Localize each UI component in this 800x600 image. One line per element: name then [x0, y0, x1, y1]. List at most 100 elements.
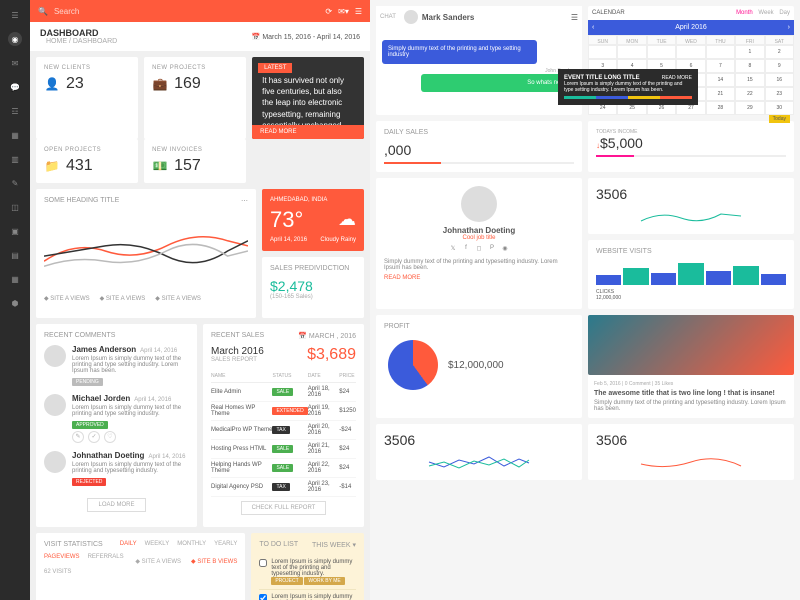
line-chart-card: SOME HEADING TITLE⋯ SITE A VIEWSSITE A V… [36, 189, 256, 318]
social-links: 𝕏f◻P◉ [384, 245, 574, 255]
avatar [44, 394, 66, 416]
load-more-button[interactable]: LOAD MORE [87, 498, 145, 512]
more-icon[interactable]: ☰ [355, 7, 362, 16]
todo-filter[interactable]: This week ▾ [312, 541, 356, 549]
latest-badge: LATEST [258, 63, 292, 73]
profit-card: PROFIT $12,000,000 [376, 315, 582, 418]
sales-range[interactable]: 📅 March , 2016 [298, 332, 356, 340]
profile-read-more[interactable]: READ MORE [384, 275, 574, 281]
read-more-link[interactable]: READ MORE [252, 125, 364, 139]
dashboard-icon[interactable]: ◉ [8, 32, 22, 46]
sales-prediction-card: SALES PREDIVIDCTION $2,478 (150-165 Sale… [262, 257, 364, 318]
chat-icon[interactable]: 💬 [8, 80, 22, 94]
cloud-icon: ☁ [338, 209, 356, 230]
date-range[interactable]: 📅 March 15, 2016 - April 14, 2016 [252, 33, 360, 41]
dribbble-icon[interactable]: ◉ [500, 245, 510, 255]
tab-yearly[interactable]: Yearly [214, 541, 237, 548]
layers-icon[interactable]: ▥ [8, 152, 22, 166]
table-row: MedicalPro WP ThemeTAXApril 20, 2016-$24 [211, 420, 356, 439]
event-popup: EVENT TITLE LONG TITLEREAD MORE Lorem Ip… [558, 69, 698, 105]
table-row: Hosting Press HTMLSALEApril 21, 2016$24 [211, 439, 356, 458]
todo-card: TO DO LISTThis week ▾ Lorem Ipsum is sim… [251, 533, 364, 600]
check-icon[interactable]: ✓ [88, 431, 100, 443]
chat-card: CHAT Mark Sanders ☰ Simply dummy text of… [376, 6, 582, 115]
todo-checkbox[interactable] [259, 559, 267, 567]
calendar-card: CALENDAR Month Week Day ‹ April 2016 › S… [588, 6, 794, 115]
tab-monthly[interactable]: Monthly [177, 541, 206, 548]
edit-icon[interactable]: ✎ [8, 176, 22, 190]
money-icon: 💵 [152, 158, 168, 174]
stat-3506-b: 3506 [376, 424, 582, 480]
prediction-bars [319, 282, 333, 310]
avatar [44, 451, 66, 473]
cal-next[interactable]: › [788, 24, 790, 31]
post-image [588, 315, 794, 375]
map-icon[interactable]: ⬢ [8, 296, 22, 310]
mail-icon[interactable]: ✉ [8, 56, 22, 70]
user-icon: 👤 [44, 76, 60, 92]
page-title: DASHBOARD [40, 28, 117, 38]
folder-icon[interactable]: ▣ [8, 224, 22, 238]
heart-icon[interactable]: ♡ [104, 431, 116, 443]
list-icon[interactable]: ☲ [8, 104, 22, 118]
stat-open-projects: OPEN PROJECTS 📁431 [36, 139, 138, 183]
refresh-icon[interactable]: ⟳ [325, 7, 332, 16]
inbox-icon[interactable]: ✉▾ [338, 7, 349, 16]
menu-icon[interactable]: ☰ [8, 8, 22, 22]
sales-table: NAMESTATUSDATEPRICE Elite AdminSALEApril… [211, 370, 356, 497]
tab-referrals[interactable]: REFERRALS [88, 554, 124, 565]
table-row: Elite AdminSALEApril 18, 2016$24 [211, 382, 356, 401]
briefcase-icon: 💼 [152, 76, 168, 92]
calendar-icon[interactable]: ▦ [8, 272, 22, 286]
recent-sales-card: RECENT SALES📅 March , 2016 March 2016SAL… [203, 324, 364, 527]
avatar [461, 186, 497, 222]
chart-menu-icon[interactable]: ⋯ [241, 197, 248, 205]
chart-legend: SITE A VIEWSSITE A VIEWSSITE A VIEWS [44, 295, 248, 302]
chat-bubble: Simply dummy text of the printing and ty… [382, 40, 537, 64]
weather-card: AHMEDABAD, INDIA 73° ☁ April 14, 2016Clo… [262, 189, 364, 251]
check-report-button[interactable]: CHECK FULL REPORT [241, 501, 327, 515]
chart-icon[interactable]: ◫ [8, 200, 22, 214]
table-row: Helping Hands WP ThemeSALEApril 22, 2016… [211, 458, 356, 477]
stat-new-invoices: NEW INVOICES 💵157 [144, 139, 246, 183]
stat-new-clients: NEW CLIENTS 👤23 [36, 57, 138, 139]
daily-sales-card: DAILY SALES ,000 [376, 121, 582, 172]
table-row: Digital Agency PSDTAXApril 23, 2016-$14 [211, 477, 356, 496]
todo-item: Lorem Ipsum is simply dummy text of the … [259, 590, 356, 600]
pie-chart [388, 340, 438, 390]
grid-icon[interactable]: ▦ [8, 128, 22, 142]
line-chart [44, 211, 248, 291]
stat-3506-a: 3506 [588, 178, 794, 234]
todo-item: Lorem Ipsum is simply dummy text of the … [259, 555, 356, 590]
pinterest-icon[interactable]: P [487, 245, 497, 255]
view-week[interactable]: Week [758, 10, 773, 16]
tab-daily[interactable]: Daily [120, 541, 137, 548]
comment-item: Michael JordenApril 14, 2016Lorem Ipsum … [44, 394, 189, 443]
topbar: 🔍 ⟳ ✉▾ ☰ [30, 0, 370, 22]
today-badge[interactable]: Today [769, 115, 790, 123]
stat-new-projects: NEW PROJECTS 💼169 [144, 57, 246, 139]
post-card: Feb 5, 2016 | 0 Comment | 35 Likes The a… [588, 315, 794, 418]
nav-rail: ☰ ◉ ✉ 💬 ☲ ▦ ▥ ✎ ◫ ▣ ▤ ▦ ⬢ [0, 0, 30, 600]
twitter-icon[interactable]: 𝕏 [448, 245, 458, 255]
stat-3506-c: 3506 [588, 424, 794, 480]
table-icon[interactable]: ▤ [8, 248, 22, 262]
tab-pageviews[interactable]: PAGEVIEWS [44, 554, 80, 565]
chat-menu-icon[interactable]: ☰ [571, 13, 578, 22]
facebook-icon[interactable]: f [461, 245, 471, 255]
profile-card: Johnathan Doeting Cool job title 𝕏f◻P◉ S… [376, 178, 582, 309]
cal-prev[interactable]: ‹ [592, 24, 594, 31]
breadcrumb-path: HOME / DASHBOARD [46, 38, 117, 45]
instagram-icon[interactable]: ◻ [474, 245, 484, 255]
recent-comments-card: RECENT COMMENTS James AndersonApril 14, … [36, 324, 197, 527]
search-input[interactable] [54, 7, 319, 16]
avatar [44, 345, 66, 367]
view-month[interactable]: Month [736, 10, 753, 16]
view-day[interactable]: Day [779, 10, 790, 16]
folder-open-icon: 📁 [44, 158, 60, 174]
tab-weekly[interactable]: Weekly [145, 541, 170, 548]
edit-icon[interactable]: ✎ [72, 431, 84, 443]
hero-card: LATEST It has survived not only five cen… [252, 57, 364, 139]
avatar [404, 10, 418, 24]
todo-checkbox[interactable] [259, 594, 267, 600]
